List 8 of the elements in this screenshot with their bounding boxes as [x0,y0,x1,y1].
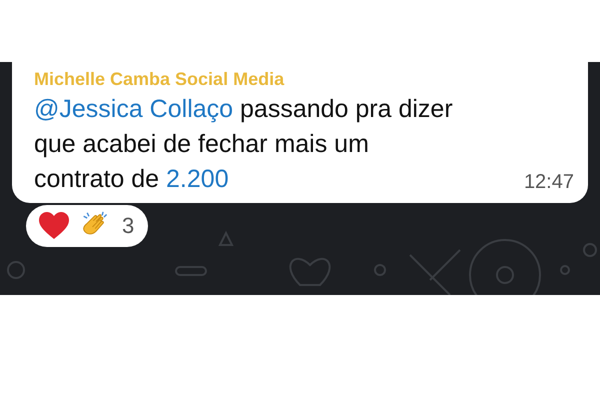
heart-icon [38,211,70,241]
mention-link[interactable]: @Jessica Collaço [34,95,234,123]
number-link[interactable]: 2.200 [166,165,229,193]
message-text: @Jessica Collaço passando pra dizer que acabei de fechar mais um contrato de 2.200 [34,94,454,195]
reactions-pill[interactable]: 3 [26,205,148,247]
message-time: 12:47 [524,170,574,195]
sender-name: Michelle Camba Social Media [34,68,286,91]
reaction-count: 3 [122,213,134,239]
